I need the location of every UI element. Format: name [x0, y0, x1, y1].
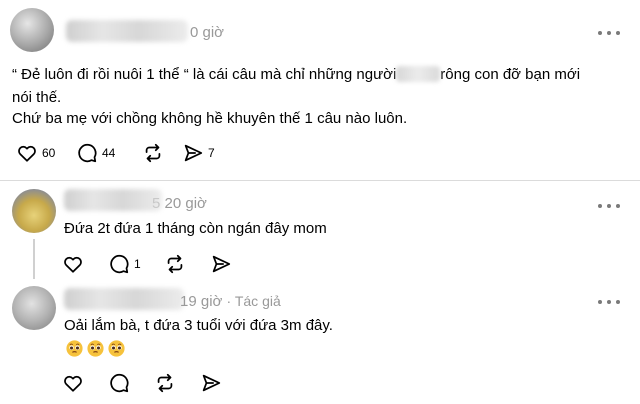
reply-text: Oải lắm bà, t đứa 3 tuổi với đứa 3m đây. [64, 317, 333, 334]
repost-icon [157, 373, 173, 393]
repost-icon [167, 254, 183, 274]
share-count: 7 [208, 146, 215, 160]
share-icon [184, 144, 203, 162]
avatar[interactable] [10, 8, 54, 52]
pleading-face-emoji [66, 340, 83, 357]
reply-text: Đứa 2t đứa 1 tháng còn ngán đây mom [64, 220, 327, 237]
heart-icon [18, 145, 36, 162]
post-text-part-1: “ Đẻ luôn đi rồi nuôi 1 thể “ là cái câu… [12, 66, 397, 83]
like-button[interactable]: 60 [16, 142, 76, 164]
post-time: 0 giờ [190, 24, 225, 41]
like-button[interactable] [62, 253, 108, 275]
comment-icon [110, 254, 129, 274]
reply-actions [62, 372, 240, 394]
post-text-line-2: nói thế. [12, 89, 62, 106]
share-button[interactable]: 7 [182, 142, 222, 164]
more-icon[interactable] [598, 297, 620, 307]
post-text-part-2: rông con đỡ bạn mới [440, 66, 581, 83]
share-button[interactable] [210, 253, 250, 275]
reply-actions: 1 [62, 253, 250, 275]
more-icon[interactable] [598, 28, 620, 38]
author-name-blurred[interactable] [64, 189, 162, 211]
reply-time: 5 20 giờ [152, 195, 207, 212]
share-icon [212, 255, 231, 273]
repost-button[interactable] [164, 253, 210, 275]
heart-icon [64, 375, 82, 392]
like-button[interactable] [62, 372, 108, 394]
like-count: 60 [42, 146, 56, 160]
comment-count: 1 [134, 257, 141, 271]
post-actions: 60 44 7 [16, 142, 222, 164]
reply-time-value: 19 giờ [180, 293, 223, 310]
comment-button[interactable] [108, 372, 154, 394]
post-text-line-1: “ Đẻ luôn đi rồi nuôi 1 thể “ là cái câu… [12, 64, 580, 86]
pleading-face-emoji [108, 340, 125, 357]
reply-1: 5 20 giờ Đứa 2t đứa 1 tháng còn ngán đây… [0, 181, 640, 284]
reply-time: 19 giờ · Tác giả [180, 293, 281, 310]
redacted-word [396, 66, 441, 82]
repost-icon [145, 143, 161, 163]
comment-icon [110, 373, 129, 393]
main-post: 0 giờ “ Đẻ luôn đi rồi nuôi 1 thể “ là c… [0, 0, 640, 180]
thread-line [33, 239, 35, 279]
author-name-blurred[interactable] [64, 288, 184, 310]
repost-button[interactable] [142, 142, 182, 164]
emoji-row [66, 340, 129, 357]
comment-icon [78, 143, 97, 163]
avatar[interactable] [12, 286, 56, 330]
share-icon [202, 374, 221, 392]
repost-button[interactable] [154, 372, 200, 394]
pleading-face-emoji [87, 340, 104, 357]
reply-2: 19 giờ · Tác giả Oải lắm bà, t đứa 3 tuổ… [0, 284, 640, 404]
comment-count: 44 [102, 146, 116, 160]
reply-time-prefix: 5 [152, 195, 161, 212]
author-tag: · Tác giả [226, 293, 281, 309]
more-icon[interactable] [598, 201, 620, 211]
author-name-blurred[interactable] [66, 20, 188, 42]
heart-icon [64, 256, 82, 273]
post-text-line-3: Chứ ba mẹ với chồng không hề khuyên thế … [12, 110, 408, 127]
avatar[interactable] [12, 189, 56, 233]
share-button[interactable] [200, 372, 240, 394]
comment-button[interactable]: 1 [108, 253, 164, 275]
comment-button[interactable]: 44 [76, 142, 142, 164]
reply-time-value: 20 giờ [164, 195, 207, 212]
